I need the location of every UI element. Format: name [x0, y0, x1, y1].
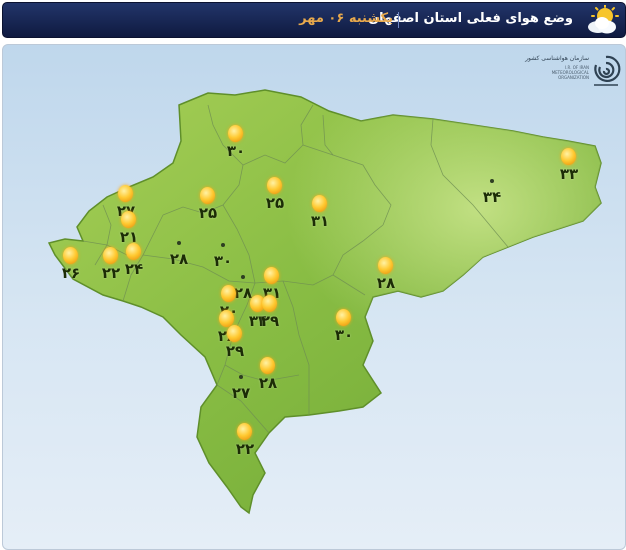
temperature-label: ۲۹	[260, 312, 280, 330]
header-bar: وضع هوای فعلی استان اصفهان یکشنبه ۰۶ مهر	[2, 2, 626, 38]
province-map	[47, 89, 602, 515]
header-divider	[398, 12, 399, 28]
sunny-icon	[121, 211, 136, 228]
temperature-label: ۲۵	[265, 194, 285, 212]
temperature-label: ۳۴	[482, 188, 502, 206]
temperature-label: ۳۳	[559, 165, 579, 183]
partly-cloudy-icon	[588, 5, 619, 34]
temperature-label: ۳۰	[226, 142, 246, 160]
station-dot-icon	[241, 275, 245, 279]
temperature-label: ۳۰	[334, 326, 354, 344]
sunny-icon	[126, 243, 141, 260]
sunny-icon	[561, 148, 576, 165]
date-label: یکشنبه ۰۶ مهر	[299, 11, 393, 26]
temperature-label: ۲۴	[124, 260, 144, 278]
sunny-icon	[237, 423, 252, 440]
temperature-label: ۲۵	[198, 204, 218, 222]
station-dot-icon	[177, 241, 181, 245]
temperature-label: ۳۱	[310, 212, 330, 230]
meteorological-organization-logo-icon	[594, 55, 621, 86]
sunny-icon	[264, 267, 279, 284]
temperature-label: ۲۱	[119, 228, 139, 246]
organization-latin-name: I.R. OF IRAN METEOROLOGICAL ORGANIZATION	[551, 65, 589, 80]
sunny-icon	[118, 185, 133, 202]
organization-name: سازمان هواشناسی کشور	[525, 55, 589, 62]
temperature-label: ۲۲	[235, 440, 255, 458]
sunny-icon	[260, 357, 275, 374]
temperature-label: ۲۸	[258, 374, 278, 392]
sunny-icon	[336, 309, 351, 326]
organization-logo: سازمان هواشناسی کشور I.R. OF IRAN METEOR…	[525, 53, 623, 109]
map-panel: سازمان هواشناسی کشور I.R. OF IRAN METEOR…	[2, 44, 626, 550]
sunny-icon	[378, 257, 393, 274]
sunny-icon	[228, 125, 243, 142]
sunny-icon	[267, 177, 282, 194]
sunny-icon	[262, 295, 277, 312]
sunny-icon	[63, 247, 78, 264]
temperature-label: ۲۶	[61, 264, 81, 282]
temperature-label: ۲۹	[225, 342, 245, 360]
temperature-label: ۲۸	[169, 250, 189, 268]
station-dot-icon	[239, 375, 243, 379]
sunny-icon	[221, 285, 236, 302]
temperature-label: ۲۸	[376, 274, 396, 292]
sunny-icon	[200, 187, 215, 204]
station-dot-icon	[490, 179, 494, 183]
sunny-icon	[227, 325, 242, 342]
station-dot-icon	[221, 243, 225, 247]
sunny-icon	[312, 195, 327, 212]
temperature-label: ۳۰	[213, 252, 233, 270]
